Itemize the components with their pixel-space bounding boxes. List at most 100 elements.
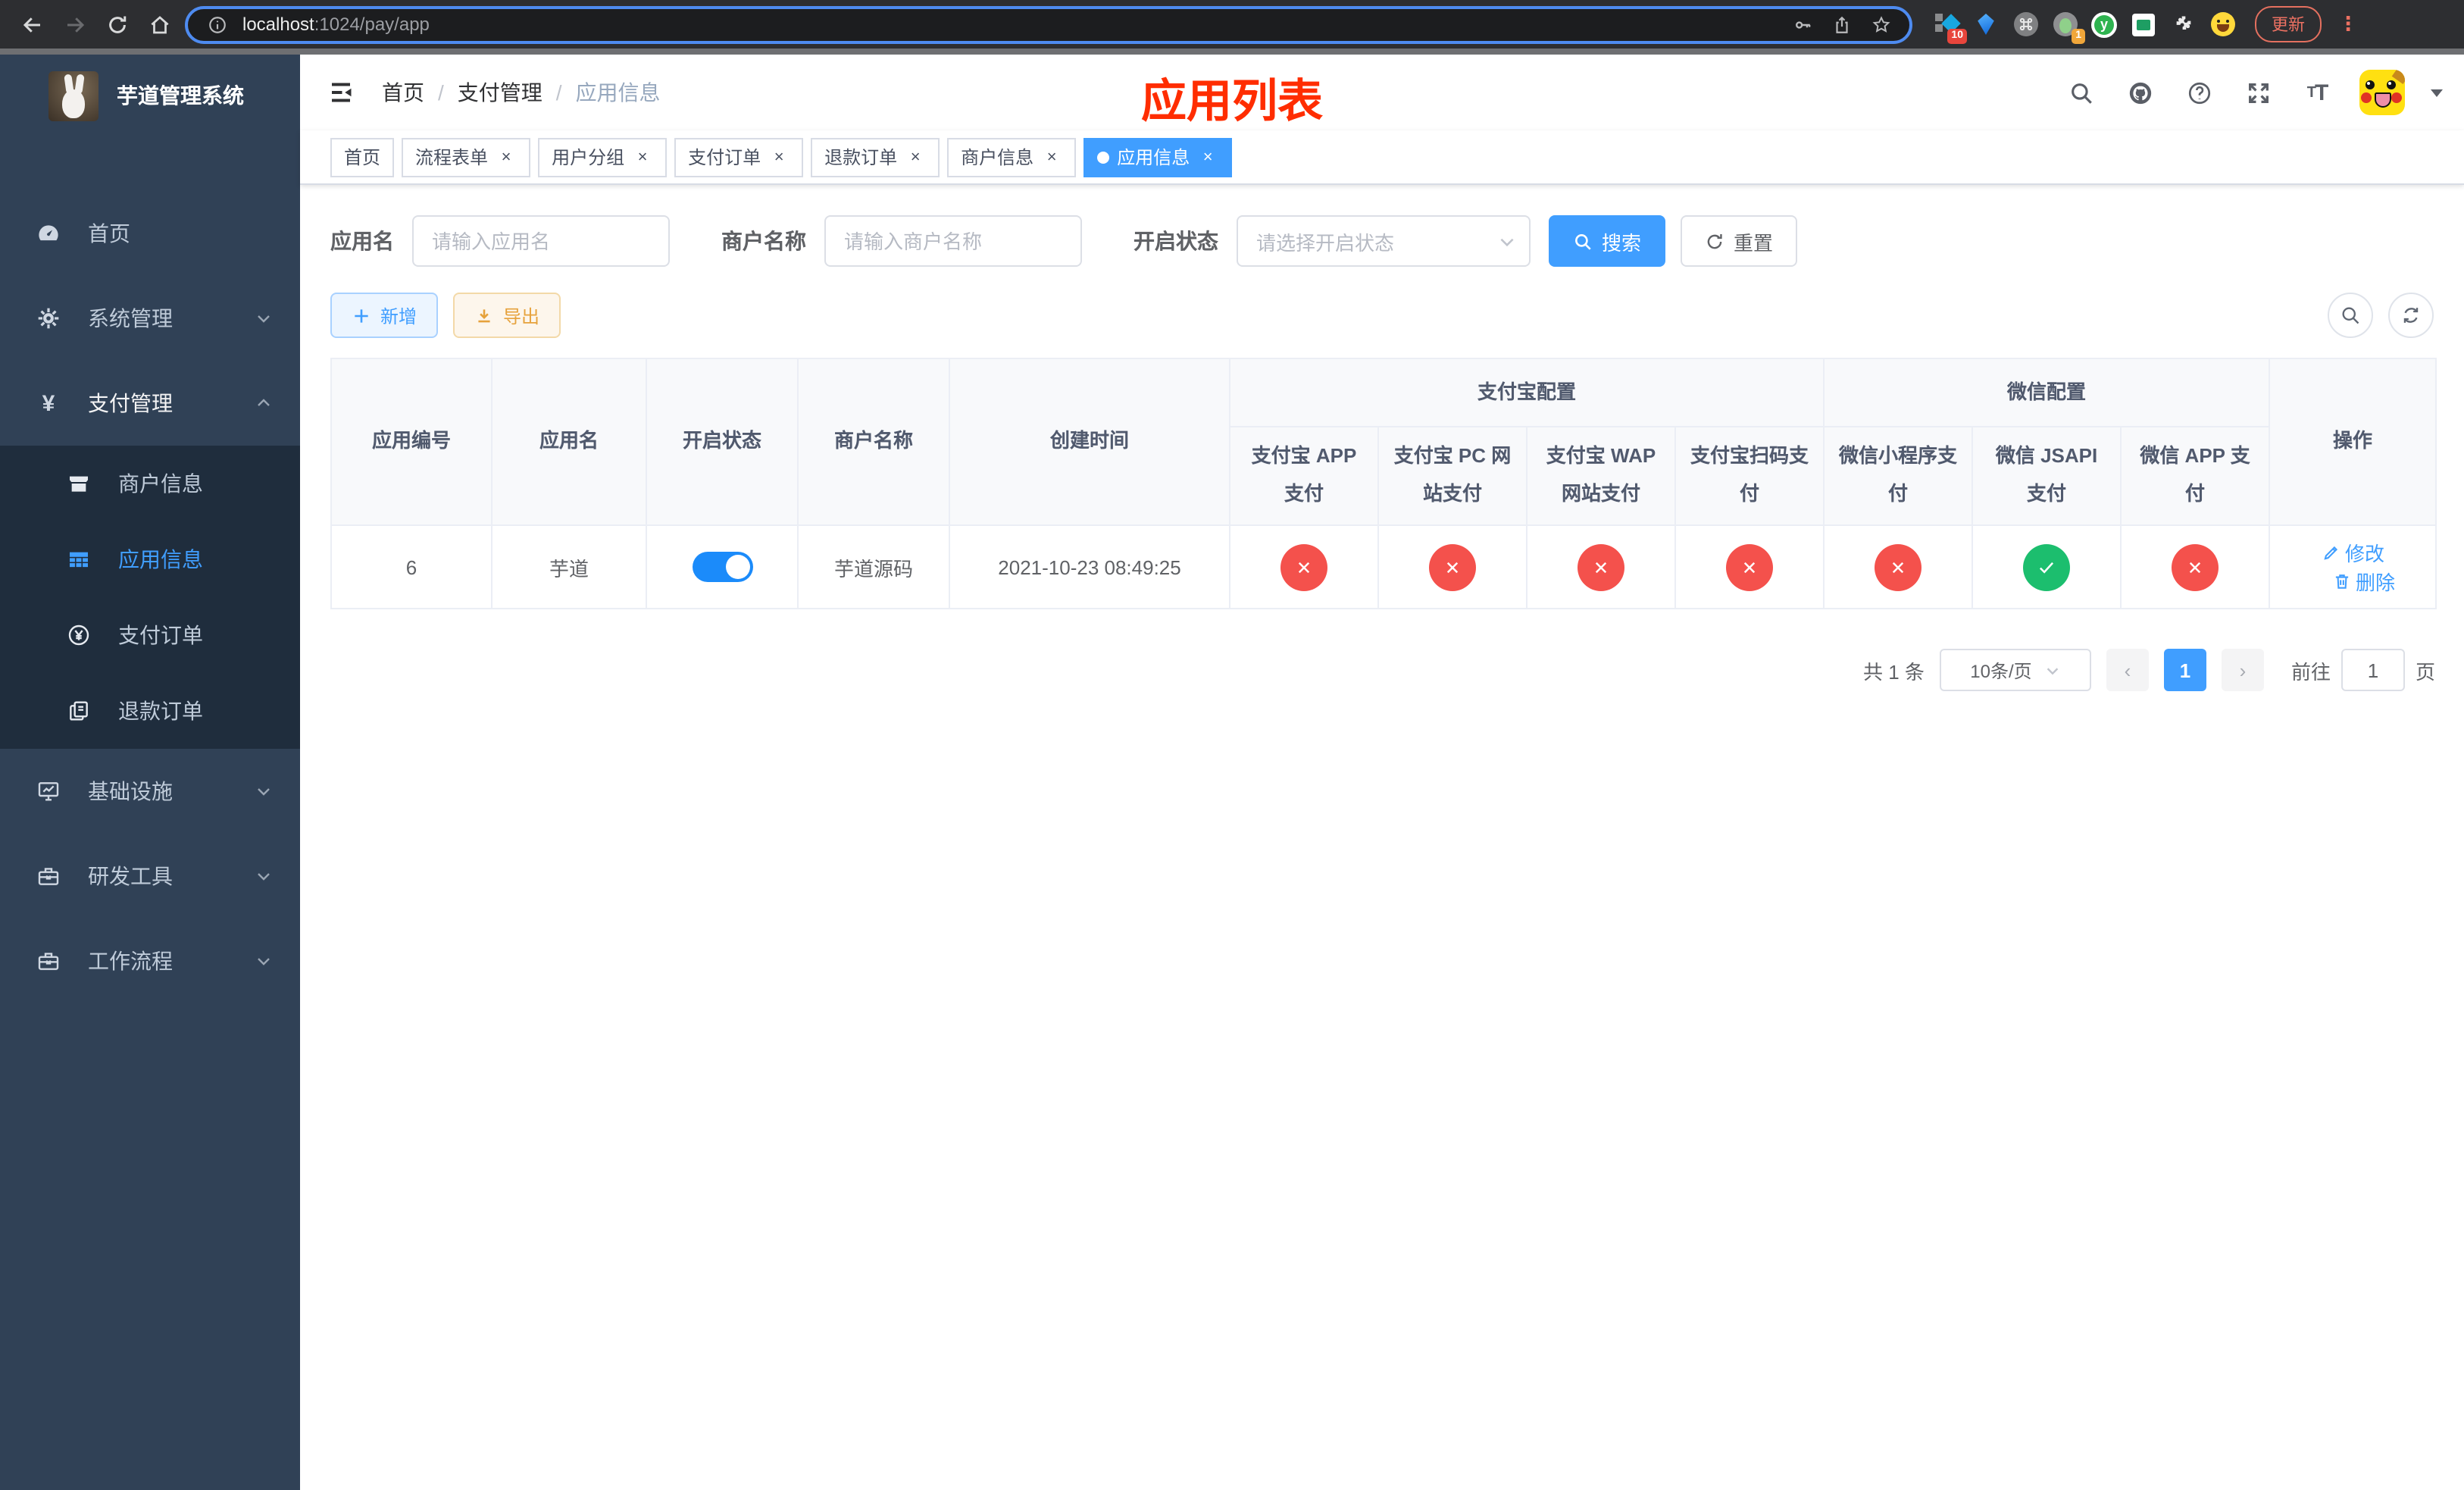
storefront-icon [67, 471, 91, 496]
navbar-tools: TT [2064, 70, 2443, 115]
font-size-icon[interactable]: TT [2300, 76, 2334, 109]
browser-home-icon[interactable] [142, 8, 176, 41]
bookmark-star-icon[interactable] [1867, 11, 1894, 38]
tab-process-form[interactable]: 流程表单 × [402, 137, 531, 177]
delete-link[interactable]: 删除 [2331, 567, 2395, 596]
add-button[interactable]: 新增 [330, 293, 439, 338]
sidebar-item-payment[interactable]: ¥ 支付管理 [0, 361, 300, 446]
extension-y-circle-icon[interactable]: y [2091, 11, 2117, 37]
app-title: 芋道管理系统 [117, 83, 244, 108]
fullscreen-icon[interactable] [2241, 76, 2275, 109]
app-logo-row[interactable]: 芋道管理系统 [0, 55, 300, 136]
sidebar-item-home[interactable]: 首页 [0, 191, 300, 276]
sidebar-item-workflow[interactable]: 工作流程 [0, 919, 300, 1003]
close-icon[interactable]: × [496, 146, 517, 167]
extension-badge: 1 [2072, 28, 2085, 43]
refresh-table-button[interactable] [2388, 293, 2434, 338]
url-text[interactable]: localhost:1024/pay/app [242, 14, 1776, 35]
extension-blue-diamond-icon[interactable]: 10 [1934, 11, 1967, 43]
extensions-puzzle-icon[interactable] [2170, 11, 2196, 37]
breadcrumb-home[interactable]: 首页 [382, 77, 424, 108]
refresh-icon [1707, 233, 1722, 249]
page-size-select[interactable]: 10条/页 [1939, 649, 2091, 691]
col-app-id: 应用编号 [330, 358, 492, 526]
close-icon[interactable]: × [1197, 146, 1218, 167]
toolbox-icon [36, 949, 61, 973]
avatar-caret-icon[interactable] [2431, 89, 2443, 96]
sidebar-item-refund-orders[interactable]: 退款订单 [0, 673, 300, 749]
col-alipay-pc: 支付宝 PC 网站支付 [1377, 426, 1527, 526]
payment-submenu: 商户信息 应用信息 支付订单 退款订单 [0, 446, 300, 749]
browser-menu-icon[interactable]: ⋮ [2338, 12, 2358, 36]
filter-form: 应用名 商户名称 开启状态 请选择开启状态 搜索 [330, 215, 2434, 267]
export-button[interactable]: 导出 [453, 293, 561, 338]
reset-button[interactable]: 重置 [1681, 215, 1798, 267]
tab-merchant-info[interactable]: 商户信息 × [947, 137, 1077, 177]
cell-actions: 修改 删除 [2269, 524, 2437, 609]
status-circle-icon [1429, 543, 1476, 590]
edit-link[interactable]: 修改 [2321, 538, 2384, 567]
sidebar-item-merchant-info[interactable]: 商户信息 [0, 446, 300, 521]
close-icon[interactable]: × [1041, 146, 1062, 167]
tab-home[interactable]: 首页 [330, 137, 395, 177]
page-number-1[interactable]: 1 [2163, 649, 2206, 691]
merchant-name-input[interactable] [824, 215, 1082, 267]
col-alipay-wap: 支付宝 WAP 网站支付 [1526, 426, 1676, 526]
close-icon[interactable]: × [905, 146, 926, 167]
breadcrumb-current: 应用信息 [575, 80, 661, 105]
sidebar-item-payment-orders[interactable]: 支付订单 [0, 597, 300, 673]
help-icon[interactable] [2182, 76, 2215, 109]
chevron-down-icon [1500, 238, 1514, 247]
cell-created: 2021-10-23 08:49:25 [949, 524, 1230, 609]
browser-back-icon[interactable] [15, 8, 48, 41]
user-avatar[interactable] [2359, 70, 2405, 115]
github-icon[interactable] [2123, 76, 2156, 109]
toggle-search-button[interactable] [2328, 293, 2373, 338]
site-info-icon[interactable] [203, 11, 230, 38]
header-search-icon[interactable] [2064, 76, 2097, 109]
password-key-icon[interactable] [1788, 11, 1815, 38]
download-icon [478, 308, 490, 322]
goto-suffix: 页 [2415, 660, 2435, 683]
extension-gem-icon[interactable] [1973, 11, 1999, 37]
sidebar-item-infrastructure[interactable]: 基础设施 [0, 749, 300, 834]
extension-command-icon[interactable] [2012, 11, 2038, 37]
status-circle-icon [1875, 543, 1922, 590]
col-alipay-app: 支付宝 APP 支付 [1229, 426, 1379, 526]
prev-page-button[interactable]: ‹ [2106, 649, 2149, 691]
status-select[interactable]: 请选择开启状态 [1237, 215, 1531, 267]
share-icon[interactable] [1828, 11, 1855, 38]
refresh-icon [2403, 308, 2419, 323]
extension-profile-icon[interactable]: 1 [2052, 11, 2085, 43]
breadcrumb-payment[interactable]: 支付管理 [458, 77, 543, 108]
search-button[interactable]: 搜索 [1549, 215, 1666, 267]
goto-page-input[interactable] [2340, 649, 2405, 691]
address-bar[interactable]: localhost:1024/pay/app [185, 5, 1912, 43]
tab-user-group[interactable]: 用户分组 × [538, 137, 668, 177]
tab-app-info[interactable]: 应用信息 × [1083, 137, 1233, 177]
sidebar-item-dev-tools[interactable]: 研发工具 [0, 834, 300, 919]
chevron-up-icon [255, 394, 273, 412]
browser-update-button[interactable]: 更新 [2255, 6, 2322, 42]
extension-emoji-icon[interactable] [2209, 11, 2235, 37]
extension-badge: 10 [1947, 28, 1967, 43]
tab-payment-orders[interactable]: 支付订单 × [674, 137, 804, 177]
close-icon[interactable]: × [632, 146, 653, 167]
browser-forward-icon[interactable] [58, 8, 91, 41]
sidebar-fold-icon[interactable] [324, 76, 358, 109]
tags-view-bar: 首页 流程表单 × 用户分组 × 支付订单 × 退款订单 × 商户信息 × 应用信息 × [300, 130, 2464, 185]
extension-chat-icon[interactable] [2131, 11, 2156, 37]
close-icon[interactable]: × [768, 146, 790, 167]
sidebar-item-app-info[interactable]: 应用信息 [0, 521, 300, 597]
sidebar-item-system[interactable]: 系统管理 [0, 276, 300, 361]
cell-wx-jsapi [1972, 524, 2122, 609]
merchant-name-label: 商户名称 [721, 229, 806, 253]
browser-reload-icon[interactable] [100, 8, 133, 41]
dashboard-gauge-icon [36, 221, 61, 246]
tab-refund-orders[interactable]: 退款订单 × [811, 137, 940, 177]
app-name-input[interactable] [412, 215, 670, 267]
status-circle-icon [2023, 543, 2071, 590]
cell-wx-mini [1823, 524, 1974, 609]
next-page-button[interactable]: › [2221, 649, 2264, 691]
enabled-switch[interactable] [692, 552, 752, 582]
